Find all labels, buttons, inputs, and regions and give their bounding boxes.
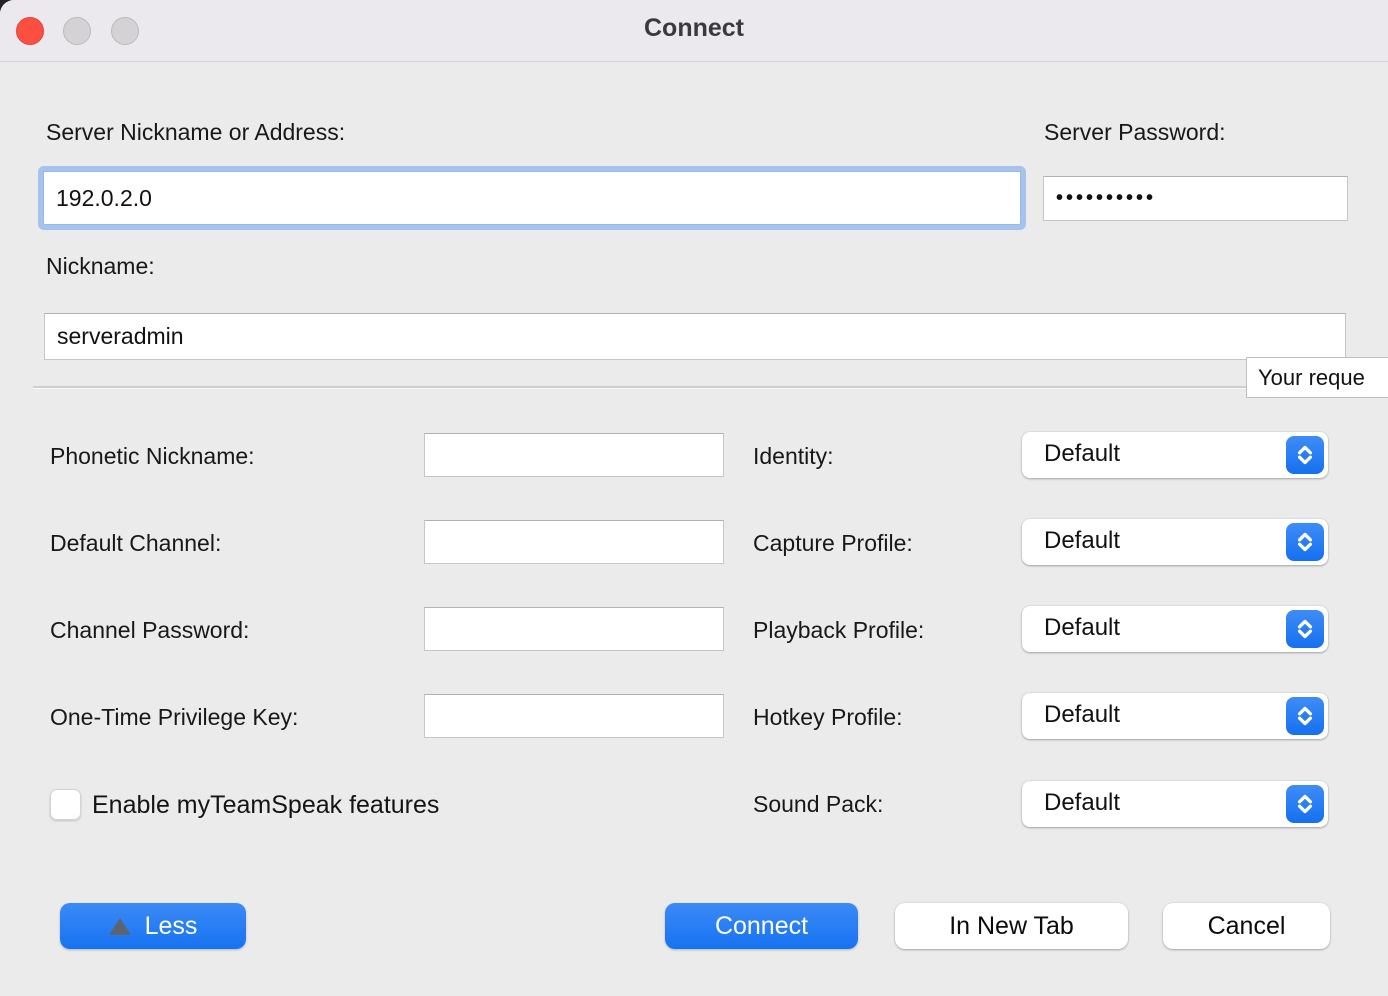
chevron-up-down-icon — [1286, 436, 1324, 474]
connect-button-label: Connect — [715, 912, 808, 941]
in-new-tab-button-label: In New Tab — [949, 912, 1074, 941]
sound-pack-select[interactable]: Default — [1022, 781, 1328, 827]
server-password-input[interactable] — [1043, 176, 1348, 221]
playback-profile-select[interactable]: Default — [1022, 606, 1328, 652]
window-title: Connect — [0, 14, 1388, 43]
myteamspeak-checkbox-label: Enable myTeamSpeak features — [92, 791, 439, 820]
one-time-privilege-key-label: One-Time Privilege Key: — [50, 704, 298, 731]
titlebar[interactable]: Connect — [0, 0, 1388, 62]
separator — [33, 386, 1388, 389]
capture-profile-select-value: Default — [1044, 527, 1120, 555]
myteamspeak-checkbox[interactable] — [50, 789, 81, 820]
less-button[interactable]: Less — [60, 903, 246, 949]
capture-profile-label: Capture Profile: — [753, 530, 913, 557]
chevron-up-down-icon — [1286, 785, 1324, 823]
nickname-input[interactable] — [44, 313, 1346, 360]
hotkey-profile-select-value: Default — [1044, 701, 1120, 729]
less-button-label: Less — [145, 912, 198, 941]
server-password-label: Server Password: — [1044, 119, 1226, 146]
phonetic-nickname-label: Phonetic Nickname: — [50, 443, 255, 470]
playback-profile-label: Playback Profile: — [753, 617, 924, 644]
connect-button[interactable]: Connect — [665, 903, 858, 949]
hotkey-profile-select[interactable]: Default — [1022, 693, 1328, 739]
default-channel-input[interactable] — [424, 520, 724, 564]
channel-password-input[interactable] — [424, 607, 724, 651]
phonetic-nickname-input[interactable] — [424, 433, 724, 477]
one-time-privilege-key-input[interactable] — [424, 694, 724, 738]
cancel-button-label: Cancel — [1208, 912, 1286, 941]
capture-profile-select[interactable]: Default — [1022, 519, 1328, 565]
hotkey-profile-label: Hotkey Profile: — [753, 704, 903, 731]
chevron-up-down-icon — [1286, 523, 1324, 561]
playback-profile-select-value: Default — [1044, 614, 1120, 642]
default-channel-label: Default Channel: — [50, 530, 221, 557]
in-new-tab-button[interactable]: In New Tab — [895, 903, 1128, 949]
chevron-up-down-icon — [1286, 697, 1324, 735]
sound-pack-label: Sound Pack: — [753, 791, 883, 818]
identity-select-value: Default — [1044, 440, 1120, 468]
cancel-button[interactable]: Cancel — [1163, 903, 1330, 949]
identity-select[interactable]: Default — [1022, 432, 1328, 478]
server-address-label: Server Nickname or Address: — [46, 119, 345, 146]
connect-dialog: Connect Server Nickname or Address: Serv… — [0, 0, 1388, 996]
server-address-input[interactable] — [43, 171, 1021, 225]
sound-pack-select-value: Default — [1044, 789, 1120, 817]
identity-label: Identity: — [753, 443, 834, 470]
channel-password-label: Channel Password: — [50, 617, 249, 644]
triangle-up-icon — [109, 918, 131, 935]
tooltip: Your reque — [1246, 357, 1388, 398]
chevron-up-down-icon — [1286, 610, 1324, 648]
nickname-label: Nickname: — [46, 253, 155, 280]
